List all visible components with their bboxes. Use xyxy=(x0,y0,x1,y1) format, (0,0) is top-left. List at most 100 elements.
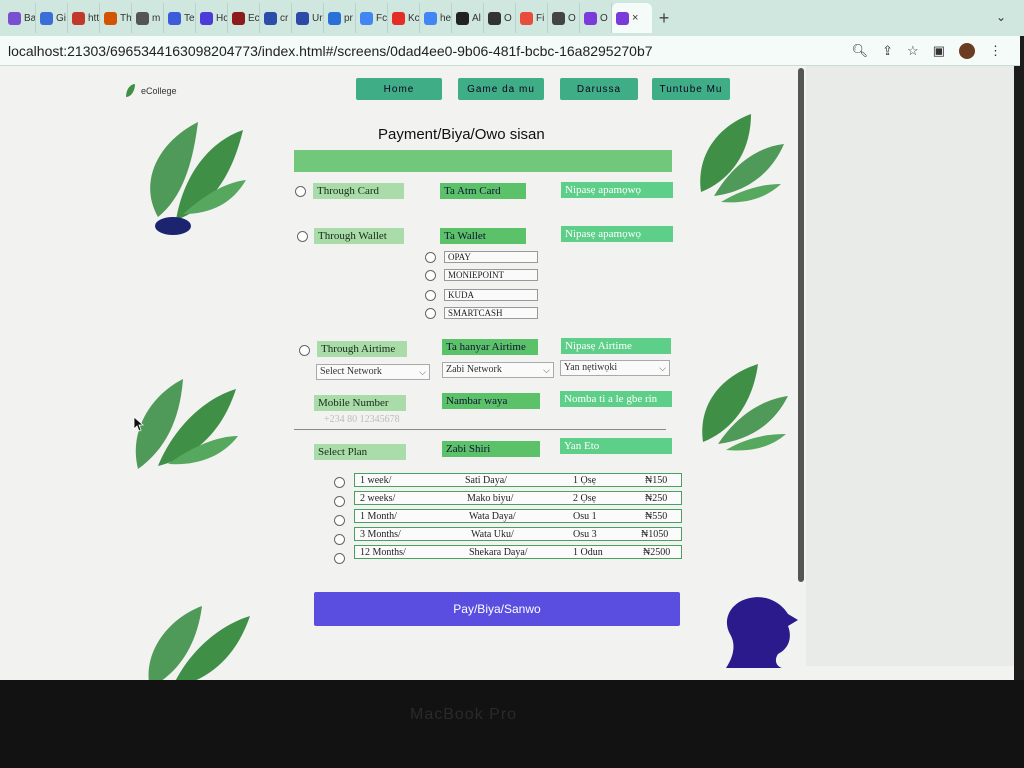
wallet-option-radio[interactable] xyxy=(425,270,436,281)
wallet-option-kuda[interactable]: KUDA xyxy=(444,289,538,301)
browser-tab[interactable]: Fc xyxy=(356,3,388,33)
browser-tab-active[interactable]: × xyxy=(612,3,652,33)
browser-tab[interactable]: Te xyxy=(164,3,196,33)
airtime-radio[interactable] xyxy=(299,345,310,356)
browser-tab[interactable]: m xyxy=(132,3,164,33)
mobile-number-input[interactable]: +234 80 12345678 xyxy=(324,414,400,425)
url-field[interactable]: localhost:21303/6965344163098204773/inde… xyxy=(8,43,852,59)
nav-contact[interactable]: Tuntube Mu xyxy=(652,78,730,100)
tab-title: Gi xyxy=(56,12,66,24)
wallet-option-radio[interactable] xyxy=(425,252,436,263)
leaf-decoration-icon xyxy=(702,364,788,451)
browser-tab[interactable]: O xyxy=(548,3,580,33)
browser-tab[interactable]: O xyxy=(484,3,516,33)
tab-title: Hc xyxy=(216,12,228,24)
plan-yo: 1 Odun xyxy=(573,547,603,558)
nav-home[interactable]: Home xyxy=(356,78,442,100)
browser-tab-strip: Ba Gi htt Th m Te Hc Ec cr Ur pr Fc Kc he Al O Fi O O × + xyxy=(0,0,1024,36)
page-scrollbar[interactable] xyxy=(798,68,804,582)
network-select-en-value: Select Network xyxy=(320,366,382,377)
tab-search-icon[interactable]: ⌄ xyxy=(996,10,1006,24)
tab-title: htt xyxy=(88,12,100,24)
mascot-silhouette-icon xyxy=(726,597,798,668)
wallet-option-radio[interactable] xyxy=(425,308,436,319)
tab-favicon-icon xyxy=(72,11,85,25)
chevron-down-icon: ⌵ xyxy=(419,367,426,377)
browser-tab[interactable]: Fi xyxy=(516,3,548,33)
plan-radio[interactable] xyxy=(334,496,345,507)
leaf-decoration-icon xyxy=(150,122,246,235)
browser-tab[interactable]: cr xyxy=(260,3,292,33)
star-icon[interactable]: ☆ xyxy=(907,43,919,59)
profile-avatar[interactable] xyxy=(959,42,975,59)
share-icon[interactable]: ⇪ xyxy=(882,43,893,59)
plan-radio[interactable] xyxy=(334,534,345,545)
browser-tab[interactable]: he xyxy=(420,3,452,33)
wallet-option-moniepoint[interactable]: MONIEPOINT xyxy=(444,269,538,281)
airtime-label-yo: Nipasẹ Airtime xyxy=(561,338,671,354)
network-select-yo[interactable]: Yan nẹtiwọki ⌵ xyxy=(560,360,670,376)
plan-ha: Wata Uku/ xyxy=(471,529,514,540)
browser-tab[interactable]: Ec xyxy=(228,3,260,33)
mobile-label-yo: Nomba ti a le gbe rin xyxy=(560,391,672,407)
tab-title: O xyxy=(600,12,608,24)
plan-ha: Mako biyu/ xyxy=(467,493,514,504)
tab-title: cr xyxy=(280,12,289,24)
tab-title: Al xyxy=(472,12,481,24)
browser-tab[interactable]: Gi xyxy=(36,3,68,33)
laptop-bezel xyxy=(0,680,1024,768)
tab-title: Kc xyxy=(408,12,420,24)
plan-row[interactable]: 1 week/ Sati Daya/ 1 Ọsẹ ₦150 xyxy=(354,473,682,487)
nav-courses[interactable]: Darussa xyxy=(560,78,638,100)
tab-title: Ec xyxy=(248,12,260,24)
browser-tab[interactable]: Th xyxy=(100,3,132,33)
browser-tab[interactable]: Ba xyxy=(4,3,36,33)
plan-radio[interactable] xyxy=(334,515,345,526)
browser-tab[interactable]: Ur xyxy=(292,3,324,33)
tab-favicon-icon xyxy=(488,11,501,25)
tab-favicon-icon xyxy=(40,11,53,25)
plan-row[interactable]: 1 Month/ Wata Daya/ Osu 1 ₦550 xyxy=(354,509,682,523)
chevron-down-icon: ⌵ xyxy=(659,363,666,373)
browser-tab[interactable]: htt xyxy=(68,3,100,33)
app-logo[interactable]: eCollege xyxy=(126,84,177,97)
mobile-label-ha: Nambar waya xyxy=(442,393,540,409)
plan-yo: 2 Ọsẹ xyxy=(573,493,597,504)
zoom-icon[interactable]: 🔍︎ xyxy=(852,43,869,59)
plan-radio[interactable] xyxy=(334,477,345,488)
plan-price: ₦2500 xyxy=(643,547,671,558)
browser-tab[interactable]: pr xyxy=(324,3,356,33)
nav-games[interactable]: Game da mu xyxy=(458,78,544,100)
menu-icon[interactable]: ⋮ xyxy=(989,43,1002,59)
network-select-ha-value: Zabi Network xyxy=(446,364,502,375)
card-radio[interactable] xyxy=(295,186,306,197)
tab-title: Fc xyxy=(376,12,388,24)
sidepanel-icon[interactable]: ▣ xyxy=(933,43,945,59)
wallet-option-smartcash[interactable]: SMARTCASH xyxy=(444,307,538,319)
browser-tab[interactable]: O xyxy=(580,3,612,33)
network-select-ha[interactable]: Zabi Network ⌵ xyxy=(442,362,554,378)
plan-row[interactable]: 3 Months/ Wata Uku/ Osu 3 ₦1050 xyxy=(354,527,682,541)
chevron-down-icon: ⌵ xyxy=(543,365,550,375)
logo-text: eCollege xyxy=(141,85,177,96)
browser-tab[interactable]: Kc xyxy=(388,3,420,33)
plan-row[interactable]: 2 weeks/ Mako biyu/ 2 Ọsẹ ₦250 xyxy=(354,491,682,505)
close-tab-icon[interactable]: × xyxy=(632,12,638,24)
wallet-option-opay[interactable]: OPAY xyxy=(444,251,538,263)
wallet-radio[interactable] xyxy=(297,231,308,242)
browser-tab[interactable]: Hc xyxy=(196,3,228,33)
title-banner xyxy=(294,150,672,172)
wallet-option-radio[interactable] xyxy=(425,290,436,301)
network-select-en[interactable]: Select Network ⌵ xyxy=(316,364,430,380)
plan-radio[interactable] xyxy=(334,553,345,564)
browser-tab[interactable]: Al xyxy=(452,3,484,33)
tab-title: O xyxy=(568,12,576,24)
tab-title: Te xyxy=(184,12,195,24)
tab-favicon-icon xyxy=(232,11,245,25)
pay-button[interactable]: Pay/Biya/Sanwo xyxy=(314,592,680,626)
page-title: Payment/Biya/Owo sisan xyxy=(378,126,545,143)
wallet-label-ha: Ta Wallet xyxy=(440,228,526,244)
plan-yo: Osu 1 xyxy=(573,511,597,522)
plan-row[interactable]: 12 Months/ Shekara Daya/ 1 Odun ₦2500 xyxy=(354,545,682,559)
new-tab-button[interactable]: + xyxy=(652,8,676,29)
